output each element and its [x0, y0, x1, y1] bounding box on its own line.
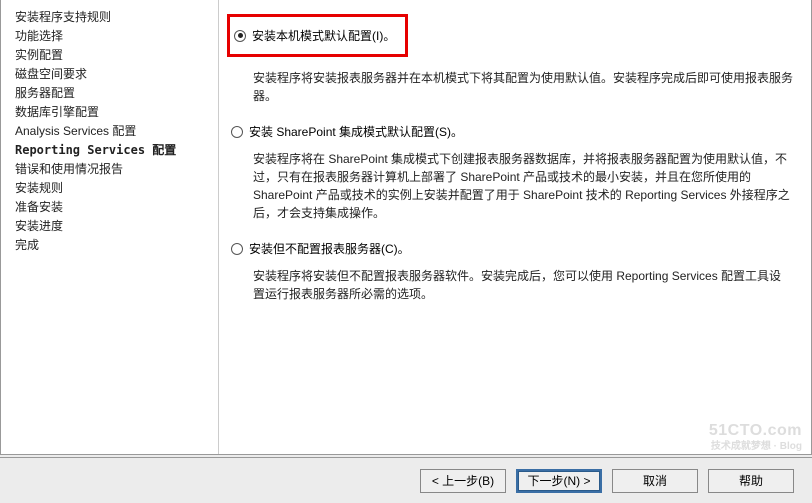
sidebar-step-install-rules[interactable]: 安装规则 [15, 179, 218, 198]
option-native-mode-desc: 安装程序将安装报表服务器并在本机模式下将其配置为使用默认值。安装程序完成后即可使… [253, 69, 793, 105]
watermark: 51CTO.com 技术成就梦想 · Blog [709, 423, 802, 455]
sidebar-step-error-reporting[interactable]: 错误和使用情况报告 [15, 160, 218, 179]
sidebar-step-db-engine[interactable]: 数据库引擎配置 [15, 103, 218, 122]
cancel-button[interactable]: 取消 [612, 469, 698, 493]
watermark-sub: 技术成就梦想 · Blog [709, 439, 802, 455]
wizard-sidebar: 安装程序支持规则 功能选择 实例配置 磁盘空间要求 服务器配置 数据库引擎配置 … [1, 0, 219, 454]
radio-sharepoint-mode[interactable] [231, 126, 243, 138]
option-install-only-desc: 安装程序将安装但不配置报表服务器软件。安装完成后，您可以使用 Reporting… [253, 267, 793, 303]
help-button[interactable]: 帮助 [708, 469, 794, 493]
next-button[interactable]: 下一步(N) > [516, 469, 602, 493]
sidebar-step-analysis-services[interactable]: Analysis Services 配置 [15, 122, 218, 141]
sidebar-step-feature-select[interactable]: 功能选择 [15, 27, 218, 46]
sidebar-step-reporting-services[interactable]: Reporting Services 配置 [15, 141, 218, 160]
sidebar-step-instance-config[interactable]: 实例配置 [15, 46, 218, 65]
wizard-button-bar: < 上一步(B) 下一步(N) > 取消 帮助 [0, 457, 812, 503]
radio-sharepoint-mode-label[interactable]: 安装 SharePoint 集成模式默认配置(S)。 [249, 123, 463, 140]
watermark-main: 51CTO.com [709, 423, 802, 439]
radio-install-only[interactable] [231, 243, 243, 255]
radio-native-mode-label[interactable]: 安装本机模式默认配置(I)。 [252, 27, 395, 44]
option-native-mode: 安装本机模式默认配置(I)。 安装程序将安装报表服务器并在本机模式下将其配置为使… [231, 14, 793, 105]
sidebar-step-disk-space[interactable]: 磁盘空间要求 [15, 65, 218, 84]
sidebar-step-ready-install[interactable]: 准备安装 [15, 198, 218, 217]
highlight-box: 安装本机模式默认配置(I)。 [227, 14, 408, 57]
sidebar-step-complete[interactable]: 完成 [15, 236, 218, 255]
radio-native-mode[interactable] [234, 30, 246, 42]
wizard-content: 安装本机模式默认配置(I)。 安装程序将安装报表服务器并在本机模式下将其配置为使… [219, 0, 811, 454]
radio-install-only-label[interactable]: 安装但不配置报表服务器(C)。 [249, 240, 410, 257]
option-sharepoint-mode-desc: 安装程序将在 SharePoint 集成模式下创建报表服务器数据库，并将报表服务… [253, 150, 793, 222]
sidebar-step-progress[interactable]: 安装进度 [15, 217, 218, 236]
sidebar-step-server-config[interactable]: 服务器配置 [15, 84, 218, 103]
back-button[interactable]: < 上一步(B) [420, 469, 506, 493]
option-install-only: 安装但不配置报表服务器(C)。 安装程序将安装但不配置报表服务器软件。安装完成后… [231, 240, 793, 303]
option-sharepoint-mode: 安装 SharePoint 集成模式默认配置(S)。 安装程序将在 ShareP… [231, 123, 793, 222]
sidebar-step-setup-rules[interactable]: 安装程序支持规则 [15, 8, 218, 27]
